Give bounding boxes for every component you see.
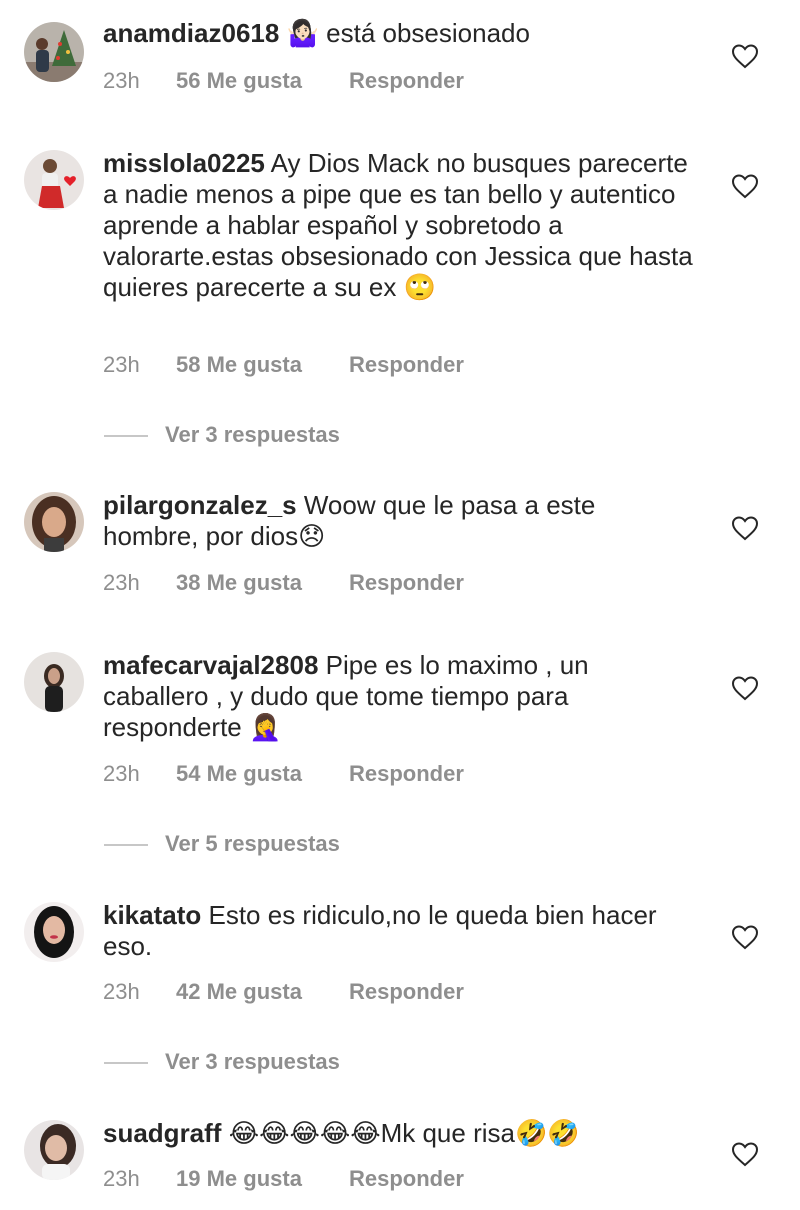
comment-username[interactable]: pilargonzalez_s [103,490,297,520]
heart-outline-icon [731,676,759,701]
like-count[interactable]: 38 Me gusta [176,568,349,598]
comment-username[interactable]: misslola0225 [103,148,265,178]
comment-text: mafecarvajal2808 Pipe es lo maximo , un … [103,650,693,743]
comment-username[interactable]: mafecarvajal2808 [103,650,318,680]
comment-time: 23h [103,352,140,377]
reply-button[interactable]: Responder [349,1164,464,1194]
heart-outline-icon [731,174,759,199]
avatar[interactable] [24,1120,84,1180]
comment-text: anamdiaz0618 🤷🏻‍♀️ está obsesionado [103,18,693,49]
like-count[interactable]: 19 Me gusta [176,1164,349,1194]
avatar[interactable] [24,652,84,712]
comment-meta: 23h 38 Me gusta Responder [103,568,464,598]
reply-button[interactable]: Responder [349,66,464,96]
avatar-image [24,22,84,82]
view-replies-label: Ver 3 respuestas [165,1049,340,1074]
replies-divider [104,1062,148,1064]
comment-body: 😂😂😂😂😂Mk que risa🤣🤣 [221,1118,580,1148]
comment-time: 23h [103,68,140,93]
reply-button[interactable]: Responder [349,568,464,598]
like-button[interactable] [731,675,759,701]
comment-text: kikatato Esto es ridiculo,no le queda bi… [103,900,693,962]
comment-text: pilargonzalez_s Woow que le pasa a este … [103,490,693,552]
heart-outline-icon [731,516,759,541]
like-count[interactable]: 54 Me gusta [176,759,349,789]
reply-button[interactable]: Responder [349,759,464,789]
comment-time: 23h [103,761,140,786]
comment-meta: 23h 58 Me gusta Responder [103,350,464,380]
view-replies-button[interactable]: Ver 3 respuestas [104,1047,504,1077]
view-replies-button[interactable]: Ver 3 respuestas [104,420,504,450]
like-button[interactable] [731,173,759,199]
comment-username[interactable]: suadgraff [103,1118,221,1148]
replies-divider [104,435,148,437]
comment-meta: 23h 42 Me gusta Responder [103,977,464,1007]
view-replies-button[interactable]: Ver 5 respuestas [104,829,504,859]
comment-meta: 23h 56 Me gusta Responder [103,66,464,96]
comment-time: 23h [103,570,140,595]
avatar-image [24,492,84,552]
avatar-image [24,1120,84,1180]
avatar[interactable] [24,902,84,962]
heart-outline-icon [731,925,759,950]
comment-username[interactable]: kikatato [103,900,201,930]
reply-button[interactable]: Responder [349,977,464,1007]
comment-meta: 23h 19 Me gusta Responder [103,1164,464,1194]
comment-meta: 23h 54 Me gusta Responder [103,759,464,789]
avatar[interactable] [24,492,84,552]
like-count[interactable]: 56 Me gusta [176,66,349,96]
avatar-image [24,150,84,210]
heart-outline-icon [731,1142,759,1167]
comment-username[interactable]: anamdiaz0618 [103,18,279,48]
avatar-image [24,902,84,962]
comment-text: suadgraff 😂😂😂😂😂Mk que risa🤣🤣 [103,1118,693,1149]
like-button[interactable] [731,924,759,950]
like-button[interactable] [731,515,759,541]
replies-divider [104,844,148,846]
view-replies-label: Ver 3 respuestas [165,422,340,447]
comment-time: 23h [103,1166,140,1191]
reply-button[interactable]: Responder [349,350,464,380]
like-button[interactable] [731,43,759,69]
avatar[interactable] [24,150,84,210]
comment-text: misslola0225 Ay Dios Mack no busques par… [103,148,693,303]
like-button[interactable] [731,1141,759,1167]
avatar[interactable] [24,22,84,82]
comment-time: 23h [103,979,140,1004]
view-replies-label: Ver 5 respuestas [165,831,340,856]
like-count[interactable]: 58 Me gusta [176,350,349,380]
like-count[interactable]: 42 Me gusta [176,977,349,1007]
heart-outline-icon [731,44,759,69]
comment-body: 🤷🏻‍♀️ está obsesionado [279,18,530,48]
avatar-image [24,652,84,712]
